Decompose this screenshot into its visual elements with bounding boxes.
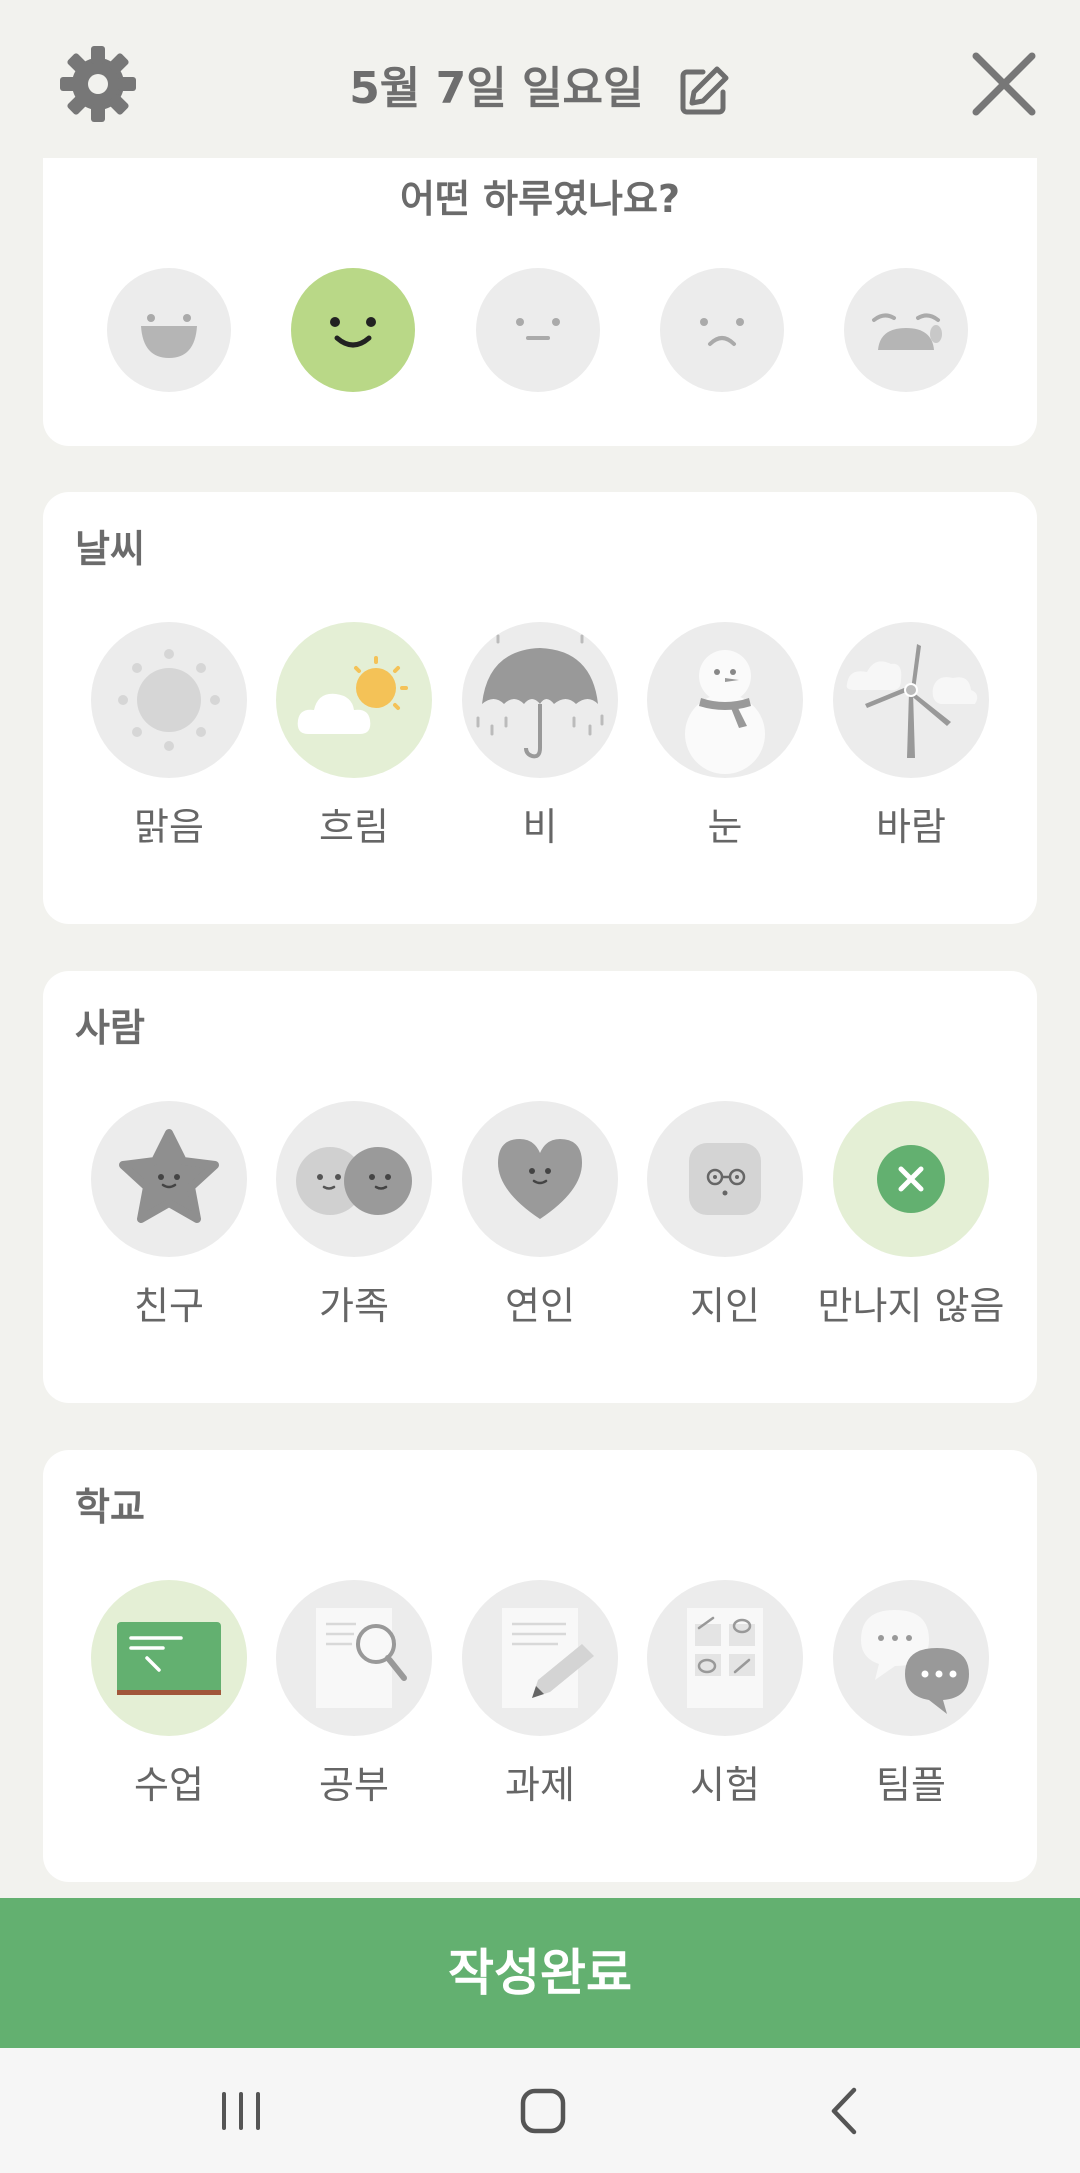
- close-icon[interactable]: [970, 50, 1038, 118]
- people-option-acquaintance[interactable]: 지인: [646, 1101, 804, 1330]
- weather-option-rain[interactable]: 비: [461, 622, 619, 851]
- magnifier-paper-icon: [316, 1608, 407, 1708]
- glasses-face-icon: [689, 1143, 761, 1215]
- people-option-friend[interactable]: 친구: [90, 1101, 248, 1330]
- mood-card: 어떤 하루였나요?: [43, 158, 1037, 446]
- school-title: 학교: [75, 1485, 145, 1529]
- chalkboard-icon: [117, 1622, 221, 1695]
- heart-face-icon: [498, 1139, 582, 1219]
- mood-very-happy-button[interactable]: [107, 268, 231, 392]
- sad-face-icon: [700, 318, 744, 346]
- smiling-face-icon: [330, 317, 376, 348]
- weather-label-wind: 바람: [876, 805, 946, 849]
- date-title[interactable]: 5월 7일 일요일: [0, 52, 1080, 118]
- wind-turbine-icon: [846, 644, 978, 758]
- weather-title: 날씨: [75, 527, 145, 571]
- back-icon[interactable]: [810, 2076, 880, 2146]
- people-card: 사람 친구 가족 연인 지인 만나지 않음: [43, 971, 1037, 1403]
- people-option-family[interactable]: 가족: [275, 1101, 433, 1330]
- weather-option-snow[interactable]: 눈: [646, 622, 804, 851]
- weather-option-sunny[interactable]: 맑음: [90, 622, 248, 851]
- system-nav-bar: [0, 2048, 1080, 2173]
- recent-apps-icon[interactable]: [206, 2076, 276, 2146]
- school-option-exam[interactable]: 시험: [646, 1580, 804, 1809]
- mood-very-sad-button[interactable]: [844, 268, 968, 392]
- school-option-class[interactable]: 수업: [90, 1580, 248, 1809]
- mood-neutral-button[interactable]: [476, 268, 600, 392]
- sun-icon: [118, 649, 220, 751]
- laughing-face-icon: [141, 314, 197, 358]
- weather-option-cloudy[interactable]: 흐림: [275, 622, 433, 851]
- star-face-icon: [119, 1129, 219, 1223]
- x-circle-icon: [877, 1145, 945, 1213]
- mood-happy-button[interactable]: [291, 268, 415, 392]
- family-faces-icon: [296, 1147, 412, 1215]
- school-card: 학교 수업 공부 과제 시험 팀플: [43, 1450, 1037, 1882]
- pencil-edit-icon[interactable]: [677, 64, 731, 118]
- umbrella-rain-icon: [476, 634, 604, 759]
- cloud-sun-icon: [297, 656, 408, 734]
- school-label-teamwork: 팀플: [876, 1763, 946, 1807]
- snowman-icon: [685, 650, 765, 774]
- crying-face-icon: [872, 313, 942, 350]
- mood-question: 어떤 하루였나요?: [400, 177, 680, 221]
- mood-sad-button[interactable]: [660, 268, 784, 392]
- neutral-face-icon: [516, 318, 560, 340]
- complete-button[interactable]: 작성완료: [0, 1898, 1080, 2048]
- date-title-text: 5월 7일 일요일: [349, 63, 644, 114]
- people-label-none: 만나지 않음: [817, 1284, 1005, 1328]
- pencil-paper-icon: [502, 1608, 594, 1708]
- people-option-lover[interactable]: 연인: [461, 1101, 619, 1330]
- weather-card: 날씨 맑음 흐림 비 눈 바람: [43, 492, 1037, 924]
- school-option-study[interactable]: 공부: [275, 1580, 433, 1809]
- people-option-none[interactable]: 만나지 않음: [818, 1101, 1004, 1330]
- chat-bubbles-icon: [861, 1610, 969, 1714]
- people-title: 사람: [75, 1006, 145, 1050]
- exam-sheet-icon: [687, 1608, 763, 1708]
- home-icon[interactable]: [508, 2076, 578, 2146]
- weather-option-wind[interactable]: 바람: [832, 622, 990, 851]
- school-option-teamwork[interactable]: 팀플: [832, 1580, 990, 1809]
- school-option-assignment[interactable]: 과제: [461, 1580, 619, 1809]
- header-bar: 5월 7일 일요일: [0, 0, 1080, 160]
